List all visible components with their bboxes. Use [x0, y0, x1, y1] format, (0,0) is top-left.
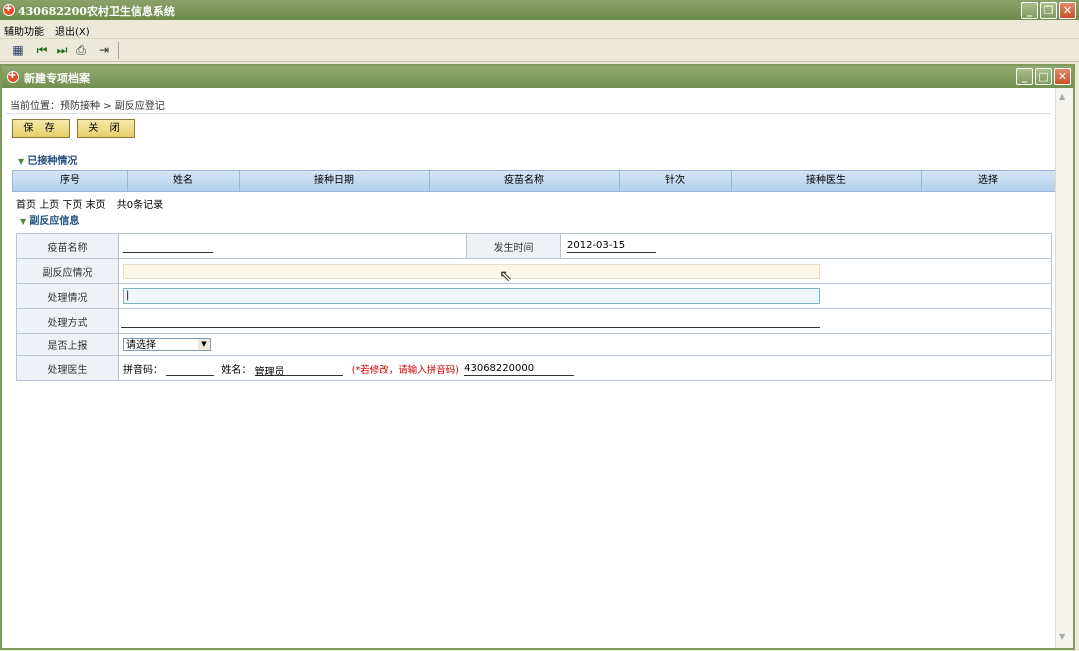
label-handling: 处理情况 [16, 283, 119, 309]
report-select-value: 请选择 [126, 340, 156, 351]
toolbar-divider [118, 42, 119, 59]
exit-icon[interactable]: ⇥ [96, 42, 112, 58]
inner-maximize-icon[interactable]: □ [1035, 68, 1052, 85]
minimize-icon[interactable]: _ [1021, 2, 1038, 19]
menu-item-exit[interactable]: 退出(X) [55, 23, 90, 38]
pager-next[interactable]: 下页 [62, 200, 82, 211]
scroll-down-icon[interactable]: ▼ [1059, 632, 1065, 641]
cell-vaccine-name [118, 233, 467, 259]
vaccinated-heading: 已接种情况 [27, 156, 78, 167]
label-report: 是否上报 [16, 333, 119, 356]
vaccinated-grid-header: 序号 姓名 接种日期 疫苗名称 针次 接种医生 选择 [12, 170, 1056, 192]
label-method: 处理方式 [16, 308, 119, 334]
collapse-triangle-icon[interactable]: ▼ [20, 217, 26, 226]
mouse-cursor-icon: ⇖ [499, 266, 513, 285]
first-icon[interactable]: ⏮ [34, 42, 50, 58]
col-header-name[interactable]: 姓名 [127, 171, 240, 191]
pager-prev[interactable]: 上页 [39, 200, 59, 211]
cell-report: 请选择 ▼ [118, 333, 1052, 356]
menu-item-assist[interactable]: 辅助功能 [4, 23, 44, 38]
inner-window: 新建专项档案 _ □ ✕ 当前位置：预防接种 > 副反应登记 保 存 关 闭 ▼… [0, 64, 1075, 650]
pinyin-input[interactable] [166, 363, 215, 376]
doctor-name-label: 姓名： [221, 364, 252, 376]
toolbar: ▦ ⏮ ⏭ ⎙ ⇥ [0, 38, 1079, 62]
inner-minimize-icon[interactable]: _ [1016, 68, 1033, 85]
cell-occur-time: 2012-03-15 [560, 233, 1052, 259]
doctor-code-input[interactable]: 43068220000 [464, 363, 575, 376]
pinyin-label: 拼音码： [123, 364, 163, 376]
pager-first[interactable]: 首页 [16, 200, 36, 211]
content-area: 当前位置：预防接种 > 副反应登记 保 存 关 闭 ▼ 已接种情况 序号 姓名 … [6, 88, 1056, 648]
handling-input[interactable]: | [123, 288, 820, 304]
app-logo-icon [3, 4, 15, 16]
breadcrumb: 当前位置：预防接种 > 副反应登记 [10, 101, 165, 112]
print-icon[interactable]: ⎙ [73, 42, 89, 58]
inner-close-icon[interactable]: ✕ [1054, 68, 1071, 85]
label-reaction: 副反应情况 [16, 258, 119, 284]
col-header-vaccine[interactable]: 疫苗名称 [429, 171, 620, 191]
window-logo-icon [7, 71, 19, 83]
restore-icon[interactable]: ❐ [1040, 2, 1057, 19]
method-input[interactable] [121, 315, 820, 328]
chevron-down-icon[interactable]: ▼ [198, 339, 210, 350]
occur-time-input[interactable]: 2012-03-15 [567, 240, 656, 253]
close-button[interactable]: 关 闭 [77, 119, 135, 138]
col-header-select[interactable]: 选择 [921, 171, 1055, 191]
scroll-up-icon[interactable]: ▲ [1059, 92, 1065, 101]
label-doctor: 处理医生 [16, 355, 119, 381]
col-header-dose[interactable]: 针次 [619, 171, 732, 191]
col-header-doctor[interactable]: 接种医生 [731, 171, 922, 191]
inner-titlebar: 新建专项档案 _ □ ✕ [2, 66, 1073, 88]
pager-last[interactable]: 末页 [86, 200, 106, 211]
vaccine-name-input[interactable] [123, 240, 213, 253]
app-title: 430682200农村卫生信息系统 [18, 5, 175, 18]
vaccinated-section-header: ▼ 已接种情况 [18, 152, 77, 167]
cell-doctor: 拼音码： 姓名： 管理员 (*若修改，请输入拼音码) 43068220000 [118, 355, 1052, 381]
window-title: 新建专项档案 [24, 72, 90, 85]
breadcrumb-divider [6, 113, 1052, 114]
reaction-input[interactable] [123, 263, 820, 279]
calendar-icon[interactable]: ▦ [10, 42, 26, 58]
reaction-heading: 副反应信息 [29, 216, 80, 227]
save-button[interactable]: 保 存 [12, 119, 70, 138]
menu-bar: 辅助功能 退出(X) [0, 20, 1079, 38]
next-icon[interactable]: ⏭ [54, 42, 70, 58]
col-header-date[interactable]: 接种日期 [239, 171, 430, 191]
col-header-index[interactable]: 序号 [13, 171, 128, 191]
edit-hint: (*若修改，请输入拼音码) [351, 364, 459, 376]
reaction-form: 疫苗名称 发生时间 2012-03-15 副反应情况 处理情况 | 处理方式 是… [16, 233, 1052, 381]
label-occur-time: 发生时间 [466, 233, 561, 259]
label-vaccine-name: 疫苗名称 [16, 233, 119, 259]
report-select[interactable]: 请选择 ▼ [123, 338, 211, 351]
close-icon[interactable]: ✕ [1059, 2, 1076, 19]
cell-method [118, 308, 1052, 334]
vertical-scrollbar[interactable]: ▲ ▼ [1055, 88, 1073, 648]
app-titlebar: 430682200农村卫生信息系统 _ ❐ ✕ [0, 0, 1079, 20]
doctor-name-input[interactable]: 管理员 [254, 363, 343, 378]
reaction-section-header: ▼ 副反应信息 [20, 212, 79, 227]
collapse-triangle-icon[interactable]: ▼ [18, 157, 24, 166]
cell-reaction [118, 258, 1052, 284]
record-count: 共0条记录 [116, 200, 164, 211]
cell-handling: | [118, 283, 1052, 309]
pager: 首页 上页 下页 末页 共0条记录 [16, 196, 163, 211]
